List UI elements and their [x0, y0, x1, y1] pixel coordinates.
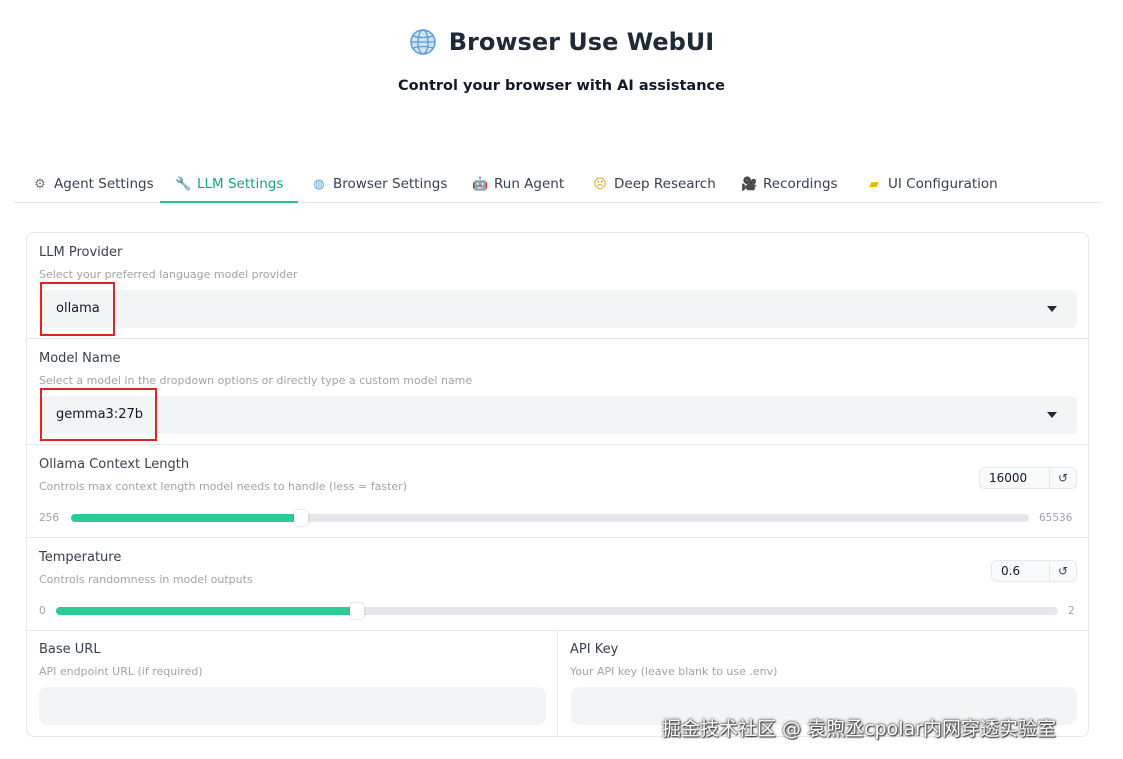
wrench-icon: 🔧 — [175, 176, 192, 192]
llm-provider-info: Select your preferred language model pro… — [39, 268, 298, 281]
base-url-info: API endpoint URL (if required) — [39, 665, 203, 678]
globe-icon: ◍ — [313, 176, 325, 192]
base-url-input[interactable] — [39, 687, 546, 725]
tab-label: Agent Settings — [54, 176, 154, 192]
llm-settings-panel: LLM Provider Select your preferred langu… — [26, 232, 1089, 737]
llm-provider-label: LLM Provider — [39, 245, 123, 260]
temperature-block: Temperature Controls randomness in model… — [27, 538, 1088, 631]
tab-label: Deep Research — [614, 176, 716, 192]
chevron-down-icon[interactable] — [1047, 412, 1057, 418]
temperature-number-input[interactable]: 0.6 ↺ — [991, 560, 1077, 582]
tab-run-agent[interactable]: 🤖 Run Agent — [472, 166, 564, 202]
tab-label: UI Configuration — [888, 176, 998, 192]
temperature-label: Temperature — [39, 550, 122, 565]
tab-label: LLM Settings — [197, 176, 284, 192]
tab-deep-research[interactable]: ☹ Deep Research — [592, 166, 716, 202]
llm-provider-block: LLM Provider Select your preferred langu… — [27, 233, 1088, 339]
tab-agent-settings[interactable]: ⚙ Agent Settings — [32, 166, 154, 202]
model-name-block: Model Name Select a model in the dropdow… — [27, 339, 1088, 445]
chevron-down-icon[interactable] — [1047, 306, 1057, 312]
page-title: Browser Use WebUI — [448, 28, 715, 56]
tab-label: Run Agent — [494, 176, 565, 192]
base-url-label: Base URL — [39, 642, 101, 657]
tab-llm-settings[interactable]: 🔧 LLM Settings — [159, 166, 299, 203]
context-length-info: Controls max context length model needs … — [39, 480, 407, 493]
tab-label: Browser Settings — [333, 176, 448, 192]
context-length-block: Ollama Context Length Controls max conte… — [27, 445, 1088, 538]
slider-fill — [71, 514, 301, 522]
globe-icon — [410, 29, 436, 55]
movie-camera-icon: 🎥 — [741, 176, 758, 192]
context-length-value[interactable]: 16000 — [989, 471, 1027, 485]
llm-provider-dropdown[interactable]: ollama — [39, 290, 1077, 328]
model-name-dropdown[interactable]: gemma3:27b — [39, 396, 1077, 434]
app-header: Browser Use WebUI — [0, 28, 1123, 56]
temperature-info: Controls randomness in model outputs — [39, 573, 253, 586]
tab-ui-configuration[interactable]: ▰ UI Configuration — [866, 166, 998, 202]
thinking-face-icon: ☹ — [593, 176, 607, 192]
api-key-label: API Key — [570, 642, 619, 657]
slider-fill — [56, 607, 357, 615]
tab-bar: ⚙ Agent Settings 🔧 LLM Settings ◍ Browse… — [14, 166, 1102, 203]
model-name-info: Select a model in the dropdown options o… — [39, 374, 473, 387]
tab-recordings[interactable]: 🎥 Recordings — [741, 166, 838, 202]
highlight-box — [40, 282, 115, 336]
context-length-max: 65536 — [1039, 512, 1073, 524]
slider-thumb[interactable] — [349, 603, 364, 619]
gear-icon: ⚙ — [34, 176, 46, 192]
tab-browser-settings[interactable]: ◍ Browser Settings — [311, 166, 447, 202]
base-url-block: Base URL API endpoint URL (if required) — [27, 631, 558, 736]
context-length-number-input[interactable]: 16000 ↺ — [979, 467, 1077, 489]
context-length-label: Ollama Context Length — [39, 457, 190, 472]
temperature-max: 2 — [1068, 605, 1075, 617]
page-subtitle: Control your browser with AI assistance — [398, 78, 725, 94]
model-name-label: Model Name — [39, 351, 121, 366]
api-key-info: Your API key (leave blank to use .env) — [570, 665, 778, 678]
tab-label: Recordings — [763, 176, 838, 192]
temperature-value[interactable]: 0.6 — [1001, 564, 1020, 578]
slider-thumb[interactable] — [293, 510, 308, 526]
context-length-slider[interactable] — [71, 510, 1029, 526]
reset-icon[interactable]: ↺ — [1049, 561, 1076, 581]
highlight-box — [40, 388, 157, 441]
temperature-slider[interactable] — [56, 603, 1058, 619]
watermark: 掘金技术社区 @ 袁煦丞cpolar内网穿透实验室 — [662, 718, 1056, 740]
folder-icon: ▰ — [869, 176, 879, 192]
temperature-min: 0 — [39, 605, 46, 617]
robot-icon: 🤖 — [472, 176, 489, 192]
context-length-min: 256 — [39, 512, 60, 524]
reset-icon[interactable]: ↺ — [1049, 468, 1076, 488]
